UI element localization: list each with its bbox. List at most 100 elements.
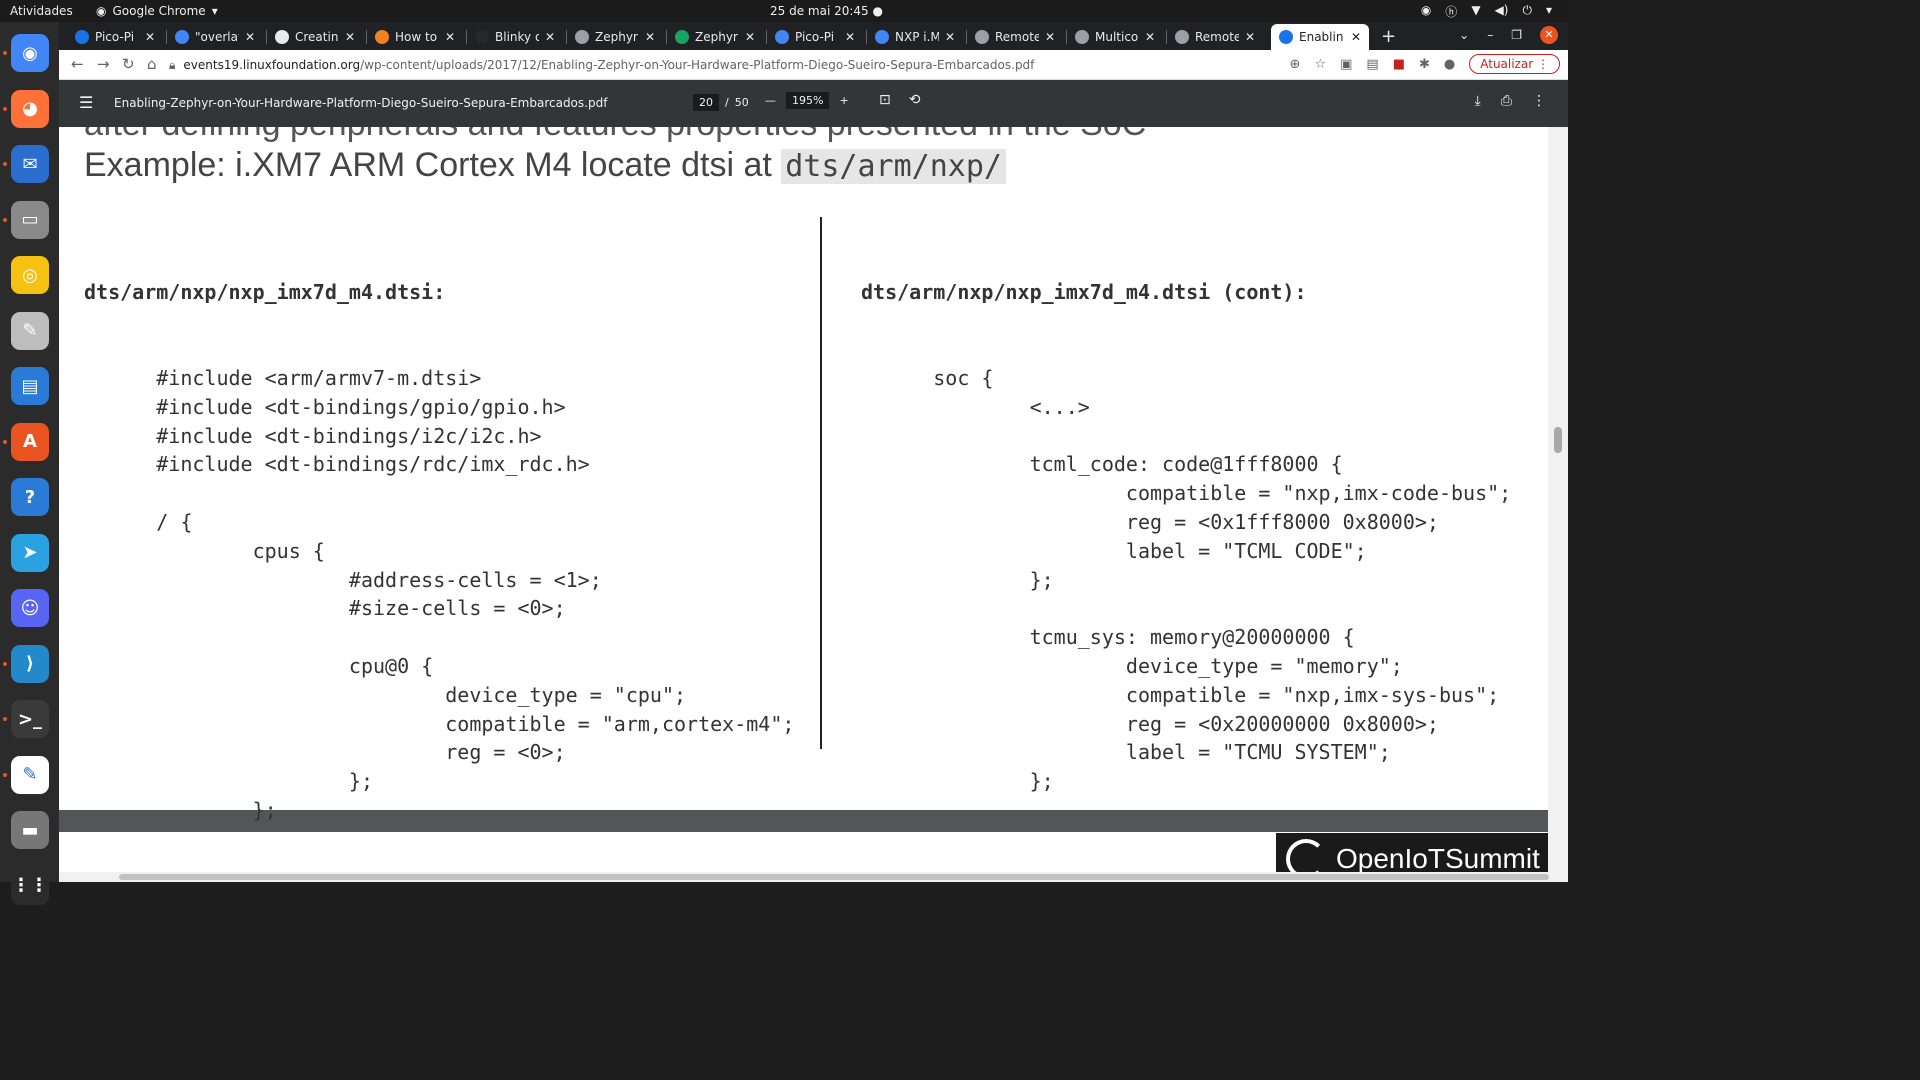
new-tab-button[interactable]: + <box>1381 26 1396 47</box>
discord-icon[interactable]: ☺ <box>11 589 49 627</box>
system-top-bar: Atividades ◉ Google Chrome ▾ 25 de mai 2… <box>0 0 1568 22</box>
address-bar[interactable]: 🔒︎ events19.linuxfoundation.org/wp-conten… <box>169 54 1369 76</box>
back-button[interactable]: ← <box>71 55 84 73</box>
activities-button[interactable]: Atividades <box>10 4 73 18</box>
maximize-button[interactable]: ❐ <box>1511 28 1522 42</box>
vertical-scrollbar[interactable] <box>1548 127 1568 882</box>
tab-close-icon[interactable]: ✕ <box>1351 30 1361 44</box>
drive-icon[interactable]: ▬ <box>11 811 49 849</box>
zoom-in-button[interactable]: + <box>839 94 848 107</box>
extension-2-icon[interactable]: ▤ <box>1366 57 1378 72</box>
reload-button[interactable]: ↻ <box>122 55 135 73</box>
browser-tab[interactable]: Creating ✕ <box>267 24 363 50</box>
tab-close-icon[interactable]: ✕ <box>245 30 255 44</box>
chrome-tray-icon[interactable]: ◉ <box>1421 3 1431 20</box>
download-icon[interactable]: ⤓ <box>1475 93 1481 109</box>
browser-tab[interactable]: "overlay ✕ <box>167 24 263 50</box>
code-line: reg = <0x20000000 0x8000>; <box>861 711 1439 736</box>
tab-close-icon[interactable]: ✕ <box>545 30 555 44</box>
close-window-button[interactable]: ✕ <box>1540 26 1558 44</box>
zoom-icon[interactable]: ⊕ <box>1290 57 1301 72</box>
tab-search-icon[interactable]: ⌄ <box>1459 28 1469 42</box>
tab-close-icon[interactable]: ✕ <box>445 30 455 44</box>
browser-tab[interactable]: Zephyr A ✕ <box>667 24 763 50</box>
power-icon[interactable]: ⏻ <box>1522 3 1532 20</box>
help-icon[interactable]: ? <box>11 478 49 516</box>
terminal-icon[interactable]: >_ <box>11 700 49 738</box>
tab-label: How to s <box>395 30 439 44</box>
fit-page-icon[interactable]: ⊡ <box>879 92 891 108</box>
tab-close-icon[interactable]: ✕ <box>745 30 755 44</box>
chrome-icon[interactable]: ◉ <box>11 34 49 72</box>
chevron-down-icon[interactable]: ▾ <box>1546 3 1552 20</box>
browser-tab[interactable]: Remote ✕ <box>967 24 1063 50</box>
code-line: compatible = "nxp,imx-code-bus"; <box>861 481 1512 506</box>
extensions-puzzle-icon[interactable]: ✱ <box>1419 57 1430 72</box>
volume-icon[interactable]: ◀) <box>1495 3 1509 20</box>
page-indicator: 20 / 50 <box>693 94 749 111</box>
pdf-viewer[interactable]: after defining peripherals and features … <box>59 127 1568 882</box>
page-number-input[interactable]: 20 <box>693 94 719 111</box>
telegram-icon[interactable]: ➤ <box>11 533 49 572</box>
more-options-icon[interactable]: ⋮ <box>1532 93 1546 109</box>
browser-tab[interactable]: How to s ✕ <box>367 24 463 50</box>
horizontal-scrollbar[interactable] <box>59 872 1568 882</box>
writer-icon[interactable]: ▤ <box>11 367 49 405</box>
thunderbird-icon[interactable]: ✉ <box>11 145 49 183</box>
browser-tab[interactable]: Pico-Pi i. ✕ <box>767 24 863 50</box>
update-button[interactable]: Atualizar ⋮ <box>1469 54 1560 74</box>
firefox-icon[interactable]: ◕ <box>11 89 49 128</box>
notes-icon[interactable]: ✎ <box>11 755 49 794</box>
app-menu[interactable]: ◉ Google Chrome ▾ <box>96 4 218 18</box>
files-icon[interactable]: ▭ <box>11 200 49 239</box>
browser-tab[interactable]: Blinky o ✕ <box>467 24 563 50</box>
text-editor-icon[interactable]: ✎ <box>11 311 49 350</box>
profile-avatar[interactable]: ● <box>1444 57 1455 72</box>
browser-tab[interactable]: NXP i.M ✕ <box>867 24 963 50</box>
hp-tray-icon[interactable]: ⓗ <box>1445 3 1457 20</box>
vertical-scroll-thumb[interactable] <box>1554 427 1562 453</box>
tab-label: Pico-Pi i. <box>795 30 839 44</box>
tab-label: Remote <box>1195 30 1239 44</box>
horizontal-scroll-thumb[interactable] <box>119 874 1549 880</box>
extension-on-icon[interactable]: ■ <box>1393 57 1405 72</box>
lock-icon[interactable]: 🔒︎ <box>169 58 175 72</box>
zoom-level-input[interactable]: 195% <box>786 92 830 109</box>
tab-favicon-icon <box>675 30 689 44</box>
address-path: /wp-content/uploads/2017/12/Enabling-Zep… <box>360 58 1035 72</box>
minimize-button[interactable]: – <box>1487 28 1493 42</box>
tab-close-icon[interactable]: ✕ <box>645 30 655 44</box>
update-button-label: Atualizar <box>1480 57 1534 71</box>
software-icon[interactable]: A <box>11 422 49 461</box>
tab-close-icon[interactable]: ✕ <box>145 30 155 44</box>
extension-1-icon[interactable]: ▣ <box>1340 57 1352 72</box>
home-button[interactable]: ⌂ <box>147 55 157 73</box>
tab-close-icon[interactable]: ✕ <box>1145 30 1155 44</box>
zoom-out-button[interactable]: — <box>765 94 776 107</box>
tab-close-icon[interactable]: ✕ <box>1245 30 1255 44</box>
vscode-icon[interactable]: ⟩ <box>11 644 49 683</box>
rhythmbox-icon[interactable]: ◎ <box>11 256 49 294</box>
browser-tab[interactable]: Zephyr B ✕ <box>567 24 663 50</box>
browser-tab[interactable]: Pico-Pi I ✕ <box>67 24 163 50</box>
code-line: compatible = "nxp,imx-sys-bus"; <box>861 682 1500 707</box>
tab-close-icon[interactable]: ✕ <box>345 30 355 44</box>
browser-tab[interactable]: Enablin ✕ <box>1271 24 1369 50</box>
hamburger-menu-icon[interactable]: ☰ <box>79 93 93 112</box>
tab-close-icon[interactable]: ✕ <box>845 30 855 44</box>
rotate-icon[interactable]: ⟲ <box>909 92 921 108</box>
bookmark-star-icon[interactable]: ☆ <box>1314 57 1326 72</box>
wifi-icon[interactable]: ▼ <box>1471 3 1480 20</box>
app-grid-icon[interactable]: ⋮⋮ <box>11 866 49 905</box>
browser-tab[interactable]: Remote ✕ <box>1167 24 1263 50</box>
forward-button[interactable]: → <box>97 55 110 73</box>
tab-label: Multicor <box>1095 30 1139 44</box>
print-icon[interactable]: ⎙ <box>1501 93 1512 109</box>
logo-text: OpenIoTSummit <box>1336 843 1540 874</box>
tab-close-icon[interactable]: ✕ <box>1045 30 1055 44</box>
code-line: ​ <box>84 623 794 652</box>
browser-tab[interactable]: Multicor ✕ <box>1067 24 1163 50</box>
clock[interactable]: 25 de mai 20:45 ● <box>770 4 883 18</box>
system-tray[interactable]: ◉ ⓗ ▼ ◀) ⏻ ▾ <box>1421 3 1552 20</box>
tab-close-icon[interactable]: ✕ <box>945 30 955 44</box>
